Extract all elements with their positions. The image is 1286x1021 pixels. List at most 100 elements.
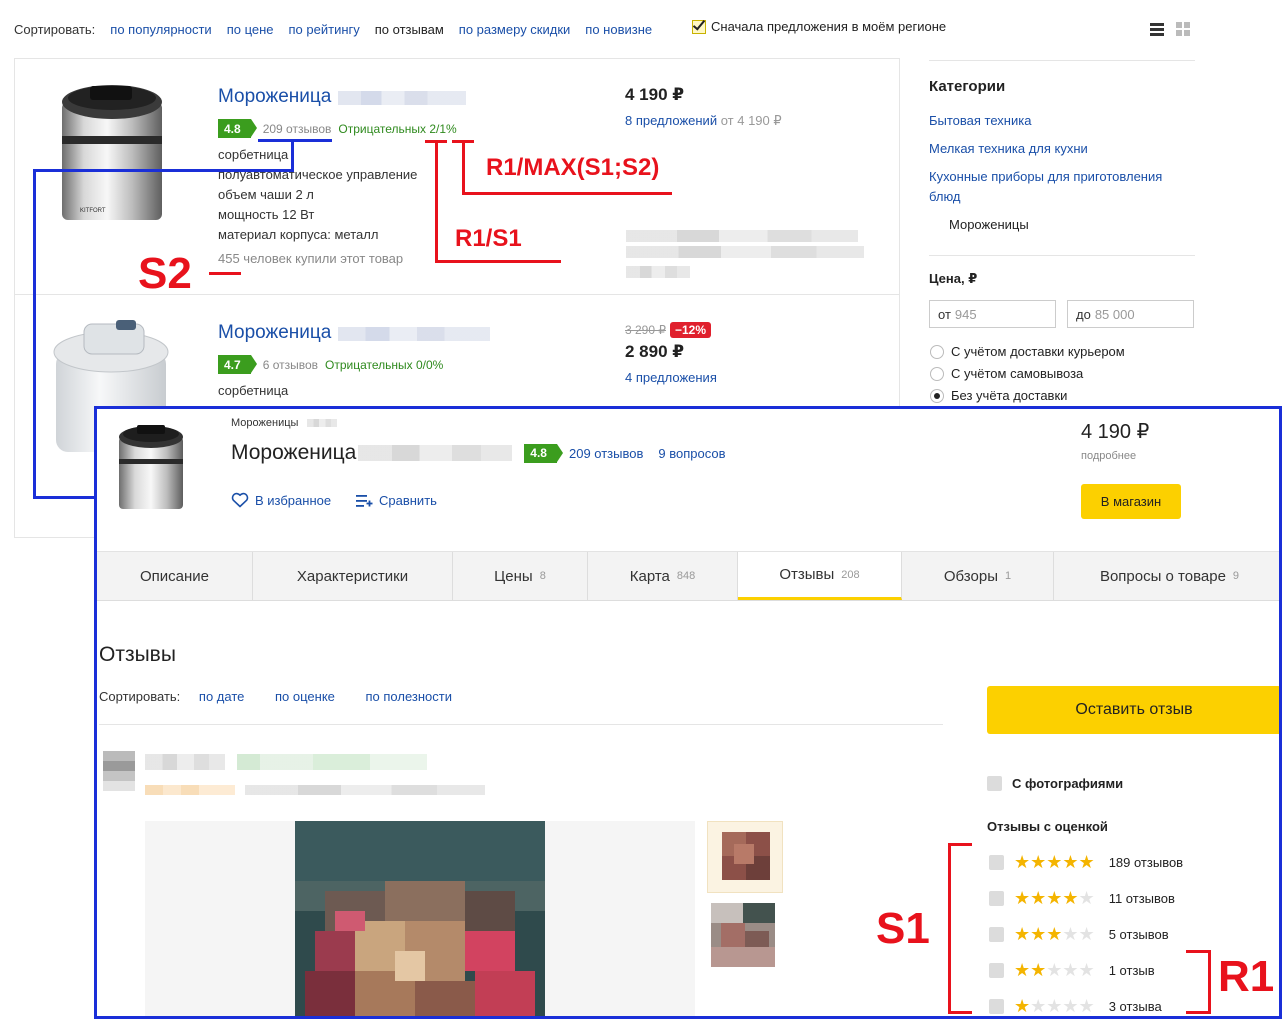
reviews-sort-by-rating[interactable]: по оценке [275,689,335,704]
no-delivery-radio[interactable]: Без учёта доставки [930,388,1067,403]
negative-reviews: Отрицательных 2/1% [338,121,457,136]
annotation-s1: S1 [876,904,930,953]
with-photos-filter[interactable]: С фотографиями [987,776,1123,791]
two-stars-icon: ★★ ★★★ [1014,960,1095,980]
reviews-divider [99,724,943,725]
rating-filter-5[interactable]: ★★★★★ 189 отзывов [989,853,1183,871]
rating-badge: 4.7 [218,355,257,374]
product-card-overlay: Мороженицы Мороженица 4.8 209 отзывов 9 … [94,406,1282,1019]
tab-questions[interactable]: Вопросы о товаре 9 [1054,552,1279,600]
reviewer-avatar [103,751,135,791]
sort-by-discount[interactable]: по размеру скидки [459,22,571,37]
with-photos-checkbox[interactable] [987,776,1002,791]
tab-specs[interactable]: Характеристики [253,552,453,600]
price-from-input[interactable]: от 945 [929,300,1056,328]
product-price: 4 190 ₽ [625,85,685,104]
price-title: Цена, ₽ [929,271,978,286]
category-link[interactable]: Бытовая техника [929,111,1031,131]
card-questions-link[interactable]: 9 вопросов [658,446,725,461]
rating-filter-3[interactable]: ★★★ ★★ 5 отзывов [989,925,1169,943]
annotation-r1-max: R1/MAX(S1;S2) [486,154,660,181]
sort-by-popularity[interactable]: по популярности [110,22,211,37]
product-price: 2 890 ₽ [625,342,685,361]
tab-prices[interactable]: Цены 8 [453,552,588,600]
categories-title: Категории [929,78,1006,95]
offers-link[interactable]: 8 предложений [625,113,717,128]
offers-link[interactable]: 4 предложения [625,370,717,385]
three-stars-icon: ★★★ ★★ [1014,924,1095,944]
compare-button[interactable]: Сравнить [355,492,437,508]
review-photo[interactable] [295,821,545,1016]
card-price: 4 190 ₽ [1081,421,1150,443]
bought-count: 455 человек купили этот товар [218,251,404,266]
price-to-input[interactable]: до 85 000 [1067,300,1194,328]
discount-badge: −12% [670,322,712,338]
rating-line: 4.8 209 отзывов Отрицательных 2/1% [218,119,457,138]
sort-by-price[interactable]: по цене [227,22,274,37]
one-star-icon: ★ ★★★★ [1014,996,1095,1016]
spec-item: полуавтоматическое управление [218,167,418,182]
annotation-connector-blue [33,169,36,499]
thumbnail-image [722,832,770,880]
spec-item: мощность 12 Вт [218,207,315,222]
category-link[interactable]: Кухонные приборы для приготовления блюд [929,167,1179,207]
region-checkbox[interactable] [692,19,706,34]
thumbnail-image [711,903,775,967]
card-reviews-link[interactable]: 209 отзывов [569,446,643,461]
annotation-connector-blue [33,169,294,172]
reviews-title: Отзывы [99,643,176,666]
card-title-line: Мороженица 4.8 209 отзывов 9 вопросов [231,441,726,465]
rating-filter-4[interactable]: ★★★★ ★ 11 отзывов [989,889,1175,907]
five-stars-icon: ★★★★★ [1014,852,1095,872]
spec-item: сорбетница [218,147,289,162]
rating-line: 4.7 6 отзывов Отрицательных 0/0% [218,355,443,374]
leave-review-button[interactable]: Оставить отзыв [987,686,1279,734]
delivery-courier-radio[interactable]: С учётом доставки курьером [930,344,1125,359]
rating-filter-1[interactable]: ★ ★★★★ 3 отзыва [989,997,1162,1015]
blurred-model [337,90,466,105]
blurred-offer [626,230,866,278]
reviews-count-link[interactable]: 6 отзывов [263,358,318,372]
sort-by-reviews[interactable]: по отзывам [375,22,444,37]
region-first-toggle[interactable]: Сначала предложения в моём регионе [692,19,946,34]
tab-overviews[interactable]: Обзоры 1 [902,552,1054,600]
favorite-button[interactable]: В избранное [231,492,331,508]
product-image[interactable]: KITFORT [42,72,177,232]
to-shop-button[interactable]: В магазин [1081,484,1181,519]
breadcrumb-link[interactable]: Мороженицы [231,417,298,429]
reviews-sort-by-usefulness[interactable]: по полезности [366,689,452,704]
old-price-line: 3 290 ₽ −12% [625,322,712,338]
delivery-pickup-radio[interactable]: С учётом самовывоза [930,366,1083,381]
region-label: Сначала предложения в моём регионе [711,19,947,34]
tab-description[interactable]: Описание [97,552,253,600]
product-title[interactable]: Мороженица [218,86,466,108]
product-title[interactable]: Мороженица [218,322,490,344]
review-thumbnail[interactable] [711,903,775,967]
more-link[interactable]: подробнее [1081,450,1136,462]
category-link[interactable]: Мелкая техника для кухни [929,139,1088,159]
breadcrumb: Мороженицы [231,417,338,429]
sort-by-rating[interactable]: по рейтингу [289,22,360,37]
annotation-connector-blue [33,496,97,499]
grid-view-icon[interactable] [1176,22,1190,36]
reviews-sort-by-date[interactable]: по дате [199,689,244,704]
list-view-icon[interactable] [1150,22,1164,36]
review-thumbnail[interactable] [707,821,783,893]
offers-from: от 4 190 ₽ [720,113,782,128]
reviews-count-link[interactable]: 209 отзывов [263,122,332,136]
tab-reviews[interactable]: Отзывы 208 [738,552,902,600]
tab-map[interactable]: Карта 848 [588,552,738,600]
card-tabs: Описание Характеристики Цены 8 Карта 848 О… [97,551,1279,601]
sort-bar: Сортировать: по популярности по цене по … [14,20,667,38]
rating-filter-2[interactable]: ★★ ★★★ 1 отзыв [989,961,1155,979]
review-photo-image [295,821,545,1016]
spec-item: сорбетница [218,383,289,398]
card-product-image [111,415,191,515]
sort-label: Сортировать: [14,21,96,37]
annotation-connector-blue [291,139,294,172]
card-rating-badge: 4.8 [524,443,563,463]
spec-list: сорбетница полуавтоматическое управление… [218,145,417,245]
sort-by-newness[interactable]: по новизне [585,22,652,37]
negative-reviews: Отрицательных 0/0% [325,357,444,372]
blurred-model [337,326,490,341]
